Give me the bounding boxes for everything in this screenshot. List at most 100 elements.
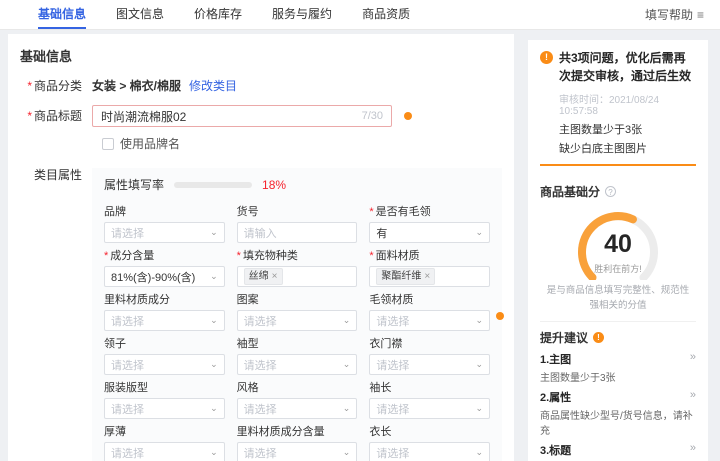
attr-select-14[interactable]: 请选择 ⌄	[369, 398, 490, 419]
field-placeholder: 请选择	[243, 359, 277, 372]
suggestion-item: 3.标题» 标题信息过少	[540, 442, 696, 461]
suggestion-item: 2.属性 » 商品属性缺少型号/货号信息，请补充	[540, 389, 696, 437]
field-placeholder: 请选择	[243, 447, 277, 460]
tab-basic-info[interactable]: 基础信息	[38, 0, 87, 29]
tab-image-text[interactable]: 图文信息	[116, 0, 164, 29]
score-help-icon[interactable]: ?	[605, 186, 617, 198]
attr-select-11[interactable]: 请选择 ⌄	[369, 354, 490, 375]
attr-select-10[interactable]: 请选择 ⌄	[236, 354, 358, 375]
chevron-down-icon: ⌄	[475, 315, 483, 325]
attr-select-0[interactable]: 请选择 ⌄	[104, 222, 225, 243]
attr-field: 里料材质成分 请选择 ⌄	[104, 291, 225, 331]
attributes-panel: 属性填写率 18% 品牌请选择⌄货号请输入是否有毛领有⌄成分含量81%(含)-9…	[92, 168, 502, 461]
attr-field-label: 衣门襟	[369, 338, 403, 350]
attr-tag-field-5[interactable]: 聚酯纤维 ×	[369, 266, 490, 287]
chevron-down-icon: ⌄	[475, 227, 483, 237]
score-title: 商品基础分	[540, 185, 601, 200]
suggestion-arrow-icon[interactable]: »	[690, 351, 696, 367]
chevron-down-icon: ⌄	[342, 403, 351, 413]
attr-field: 里料材质成分含量请选择 ⌄	[236, 423, 358, 461]
chevron-down-icon: ⌄	[342, 359, 351, 369]
attr-field: 风格 请选择 ⌄	[236, 379, 358, 419]
basic-info-card: 基础信息 商品分类 女装 > 棉衣/棉服 修改类目 商品标题 时尚潮流棉服02 …	[8, 34, 514, 461]
field-placeholder: 请选择	[111, 227, 144, 240]
attr-select-13[interactable]: 请选择 ⌄	[236, 398, 358, 419]
brand-checkbox-row: 使用品牌名	[102, 135, 514, 152]
change-category-link[interactable]: 修改类目	[189, 75, 237, 97]
attr-field: 毛领材质 请选择 ⌄	[369, 291, 490, 331]
attr-field-label: 里料材质成分含量	[236, 426, 325, 438]
selected-tag: 丝绵 ×	[243, 268, 283, 285]
product-title-value: 时尚潮流棉服02	[101, 109, 187, 124]
remove-tag-icon[interactable]: ×	[272, 269, 278, 284]
suggestion-desc: 商品属性缺少型号/货号信息，请补充	[540, 410, 693, 437]
attr-input-1[interactable]: 请输入	[236, 222, 358, 243]
remove-tag-icon[interactable]: ×	[424, 269, 430, 284]
attr-select-8[interactable]: 请选择 ⌄	[369, 310, 490, 331]
score-description: 是与商品信息填写完整性、规范性强相关的分值	[546, 285, 690, 311]
audit-issue: 缺少白底主图图片	[559, 142, 647, 155]
attr-select-12[interactable]: 请选择 ⌄	[104, 398, 225, 419]
chevron-down-icon: ⌄	[342, 447, 351, 457]
chevron-down-icon: ⌄	[210, 447, 218, 457]
help-link[interactable]: 填写帮助 ≡	[645, 0, 704, 29]
section-title: 基础信息	[20, 49, 73, 64]
top-tab-bar: 基础信息 图文信息 价格库存 服务与履约 商品资质 填写帮助 ≡	[0, 0, 720, 30]
attr-field-label: 货号	[236, 206, 259, 218]
attr-select-15[interactable]: 请选择 ⌄	[104, 442, 225, 461]
tab-qualification[interactable]: 商品资质	[362, 0, 410, 29]
attr-select-3[interactable]: 81%(含)-90%(含) ⌄	[104, 266, 225, 287]
suggestion-arrow-icon[interactable]: »	[690, 442, 696, 458]
attr-tag-field-4[interactable]: 丝绵 ×	[236, 266, 358, 287]
fill-rate-bar	[174, 181, 253, 188]
audit-warning-icon: !	[540, 51, 553, 64]
title-label: 商品标题	[8, 105, 92, 127]
chevron-down-icon: ⌄	[210, 403, 218, 413]
category-label: 商品分类	[8, 75, 92, 97]
audit-panel: ! 共3项问题，优化后需再次提交审核，通过后生效 审核时间：2021/08/24…	[528, 40, 708, 174]
product-title-input[interactable]: 时尚潮流棉服02 7/30	[92, 105, 392, 127]
field-placeholder: 请选择	[376, 403, 410, 416]
attr-field-label: 面料材质	[369, 247, 490, 263]
use-brand-label: 使用品牌名	[120, 137, 181, 151]
attr-select-6[interactable]: 请选择 ⌄	[104, 310, 225, 331]
suggestion-name: 2.属性	[540, 391, 572, 404]
attribute-grid: 品牌请选择⌄货号请输入是否有毛领有⌄成分含量81%(含)-90%(含)⌄填充物种…	[104, 203, 490, 461]
attr-field: 衣门襟请选择 ⌄	[369, 335, 490, 375]
attr-select-2[interactable]: 有 ⌄	[369, 222, 490, 243]
page-content: 基础信息 商品分类 女装 > 棉衣/棉服 修改类目 商品标题 时尚潮流棉服02 …	[0, 30, 720, 461]
audit-time: 审核时间：2021/08/24 10:57:58	[559, 95, 660, 117]
chevron-down-icon: ⌄	[475, 447, 483, 457]
chevron-down-icon: ⌄	[342, 315, 351, 325]
attributes-warning-dot-icon[interactable]	[496, 312, 504, 320]
attr-field-label: 填充物种类	[237, 247, 358, 263]
attr-field: 品牌请选择 ⌄	[104, 203, 225, 243]
suggestions-title: 提升建议	[540, 330, 589, 345]
field-placeholder: 请选择	[111, 447, 144, 460]
chevron-down-icon: ⌄	[210, 271, 218, 281]
use-brand-checkbox[interactable]	[102, 137, 114, 150]
tab-service[interactable]: 服务与履约	[272, 0, 332, 29]
suggestion-arrow-icon[interactable]: »	[690, 389, 696, 405]
attr-field-label: 品牌	[104, 206, 126, 218]
field-placeholder: 请选择	[111, 315, 144, 328]
attr-select-7[interactable]: 请选择 ⌄	[236, 310, 358, 331]
attr-field: 面料材质聚酯纤维×	[369, 247, 490, 287]
suggestions-section: 提升建议 ! 1.主图 » 主图数量少于3张 2.属性 » 商品属性缺少型号/货号信…	[540, 320, 696, 461]
attr-field-label: 是否有毛领	[369, 203, 490, 219]
attr-select-9[interactable]: 请选择 ⌄	[104, 354, 225, 375]
attributes-label: 类目属性	[33, 168, 82, 182]
chevron-down-icon: ⌄	[210, 359, 218, 369]
title-warning-dot-icon[interactable]	[404, 112, 412, 120]
audit-issue: 主图数量少于3张	[559, 124, 643, 136]
attr-field: 袖型 请选择 ⌄	[236, 335, 358, 375]
suggestion-name: 1.主图	[540, 353, 572, 366]
attr-select-16[interactable]: 请选择 ⌄	[236, 442, 358, 461]
tab-price-stock[interactable]: 价格库存	[194, 0, 242, 29]
field-placeholder: 请选择	[243, 403, 277, 416]
attr-select-17[interactable]: 请选择 ⌄	[369, 442, 490, 461]
attr-field: 衣长 请选择 ⌄	[369, 423, 490, 461]
score-caption: 胜利在前方!	[594, 264, 642, 275]
score-value: 40	[604, 230, 632, 259]
chevron-down-icon: ⌄	[210, 315, 218, 325]
